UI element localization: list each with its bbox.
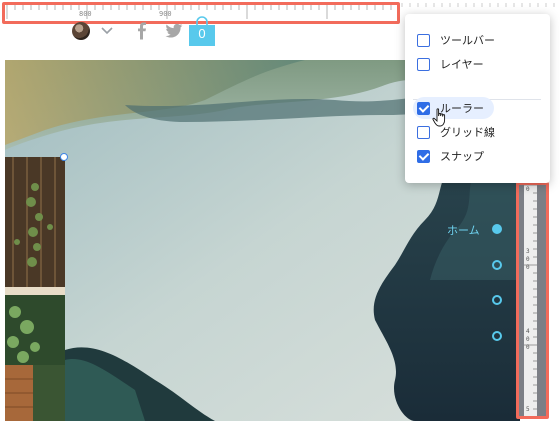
hand-cursor-icon (432, 108, 446, 127)
ruler-label: 0 (526, 344, 530, 351)
cart-count: 0 (198, 26, 206, 41)
toolbar-checkbox[interactable] (417, 33, 430, 47)
ruler-label: 4 (526, 328, 530, 335)
menu-item-label: レイヤー (440, 58, 484, 71)
ruler-label: 5 (526, 406, 530, 413)
ruler-label: 0 (526, 256, 530, 263)
vertical-ruler[interactable]: 0 3 0 0 4 0 0 5 (516, 182, 549, 419)
ruler-label-800: 800 (79, 10, 92, 18)
ruler-label: 0 (526, 336, 530, 343)
gridlines-checkbox[interactable] (417, 125, 430, 139)
ruler-label: 0 (526, 264, 530, 271)
facebook-icon[interactable] (136, 22, 148, 40)
rulers-checkbox[interactable] (417, 101, 430, 115)
nav-dot-4[interactable] (492, 331, 502, 341)
menu-item-label: ツールバー (440, 34, 495, 47)
avatar[interactable] (72, 22, 90, 40)
menu-item-label: スナップ (440, 150, 484, 163)
layers-checkbox[interactable] (417, 57, 430, 71)
nav-dot-3[interactable] (492, 295, 502, 305)
menu-item-rulers[interactable]: ルーラー (413, 97, 494, 119)
ruler-label: 3 (526, 248, 530, 255)
menu-item-label: グリッド線 (440, 126, 495, 139)
editor-canvas: 800 900 0 ホーム 0 3 0 0 4 0 0 5 ツールバー レイヤー… (0, 0, 560, 421)
nav-dot-home[interactable] (492, 224, 502, 234)
plant-wall-image (5, 157, 65, 421)
cart-button[interactable]: 0 (189, 16, 215, 46)
menu-item-gridlines[interactable]: グリッド線 (417, 121, 495, 143)
twitter-icon[interactable] (165, 23, 183, 39)
selected-image[interactable] (5, 153, 68, 421)
nav-label-home[interactable]: ホーム (447, 222, 480, 238)
chevron-down-icon[interactable] (100, 24, 114, 38)
nav-dot-2[interactable] (492, 260, 502, 270)
ruler-ticks-vertical (524, 185, 537, 410)
ruler-label: 0 (526, 186, 530, 193)
ruler-strip (524, 185, 537, 416)
resize-handle[interactable] (60, 153, 68, 161)
ruler-label-900: 900 (159, 10, 172, 18)
menu-item-snap[interactable]: スナップ (417, 145, 484, 167)
snap-checkbox[interactable] (417, 149, 430, 163)
menu-item-layers[interactable]: レイヤー (417, 53, 484, 75)
view-options-menu: ツールバー レイヤー ルーラー グリッド線 スナップ (405, 14, 550, 183)
menu-item-toolbar[interactable]: ツールバー (417, 29, 495, 51)
